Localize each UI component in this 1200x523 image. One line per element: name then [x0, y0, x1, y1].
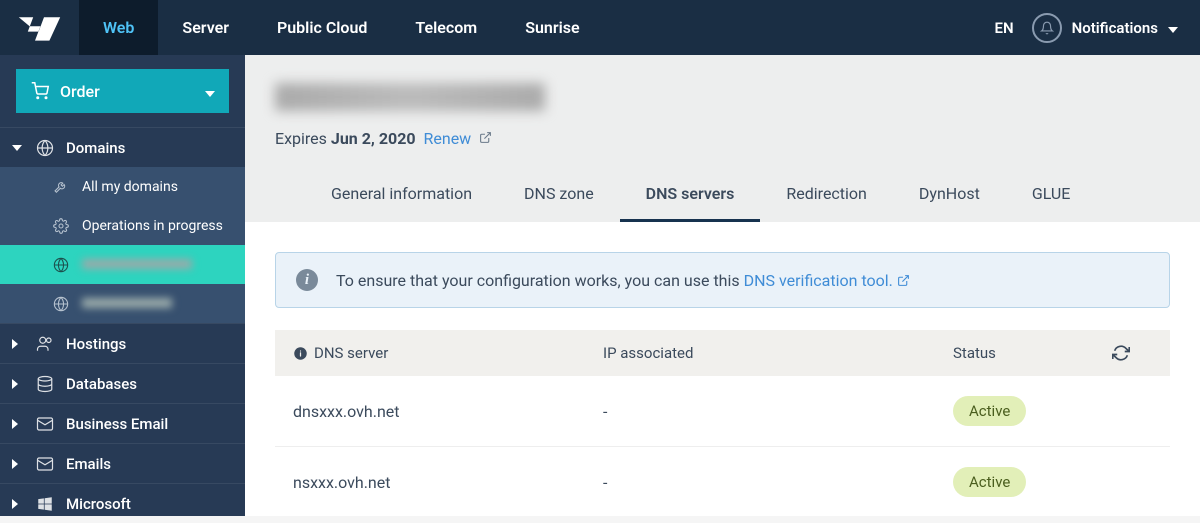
expires-line: Expires Jun 2, 2020 Renew: [275, 129, 1170, 148]
chevron-right-icon: [12, 499, 24, 509]
windows-icon: [34, 495, 56, 513]
chevron-down-icon: [12, 145, 24, 151]
tab-dns-zone[interactable]: DNS zone: [498, 170, 620, 222]
col-ip: IP associated: [603, 344, 953, 362]
sub-label-redacted: [52, 257, 192, 273]
sidebar-item-hostings[interactable]: Hostings: [0, 323, 245, 363]
hostings-icon: [34, 335, 56, 353]
alert-text: To ensure that your configuration works,…: [336, 271, 744, 290]
chevron-down-icon: [205, 82, 215, 101]
cell-server: dnsxxx.ovh.net: [293, 402, 603, 421]
logo[interactable]: [17, 12, 62, 44]
external-link-icon: [479, 131, 492, 144]
globe-icon: [52, 257, 70, 273]
status-badge: Active: [953, 396, 1026, 426]
chevron-down-icon: [1168, 19, 1178, 37]
info-alert: i To ensure that your configuration work…: [275, 252, 1170, 308]
external-link-icon: [897, 274, 910, 287]
wrench-icon: [52, 179, 70, 195]
sidebar-label: Microsoft: [66, 495, 131, 513]
sub-label: All my domains: [52, 179, 178, 195]
database-icon: [34, 375, 56, 393]
tab-dns-servers[interactable]: DNS servers: [620, 170, 761, 222]
col-dns-server: DNS server: [314, 344, 388, 362]
bell-icon: [1032, 13, 1062, 43]
table-row: nsxxx.ovh.net - Active: [275, 447, 1170, 516]
sidebar-item-microsoft[interactable]: Microsoft: [0, 483, 245, 523]
sidebar-label: Emails: [66, 455, 111, 473]
sub-domain-2[interactable]: [0, 284, 245, 323]
cell-ip: -: [603, 473, 953, 492]
table-header: DNS server IP associated Status: [275, 330, 1170, 376]
sub-domain-1[interactable]: [0, 245, 245, 284]
sub-label: Operations in progress: [52, 218, 223, 234]
mail-icon: [34, 455, 56, 473]
header-right: EN Notifications: [995, 13, 1200, 43]
sidebar-label: Hostings: [66, 335, 126, 353]
expires-date: Jun 2, 2020: [331, 129, 416, 148]
cell-ip: -: [603, 402, 953, 421]
order-button[interactable]: Order: [16, 69, 229, 113]
refresh-button[interactable]: [1112, 344, 1152, 362]
dns-verification-link[interactable]: DNS verification tool.: [744, 271, 910, 290]
chevron-right-icon: [12, 379, 24, 389]
info-icon: i: [296, 269, 318, 291]
notifications-label: Notifications: [1072, 19, 1158, 37]
nav-tab-sunrise[interactable]: Sunrise: [501, 0, 603, 55]
sidebar-item-emails[interactable]: Emails: [0, 443, 245, 483]
sub-label-redacted: [52, 296, 172, 312]
globe-icon: [52, 296, 70, 312]
expires-prefix: Expires: [275, 129, 331, 148]
status-badge: Active: [953, 467, 1026, 497]
cart-icon: [30, 82, 50, 100]
sub-operations[interactable]: Operations in progress: [0, 206, 245, 245]
sidebar-label: Business Email: [66, 415, 168, 433]
sidebar-label: Domains: [66, 139, 125, 157]
sidebar-item-databases[interactable]: Databases: [0, 363, 245, 403]
language-selector[interactable]: EN: [995, 19, 1014, 37]
tab-redirection[interactable]: Redirection: [760, 170, 892, 222]
cell-server: nsxxx.ovh.net: [293, 473, 603, 492]
tab-glue[interactable]: GLUE: [1006, 170, 1097, 222]
globe-icon: [34, 139, 56, 157]
sidebar-item-domains[interactable]: Domains: [0, 127, 245, 167]
content-area: Expires Jun 2, 2020 Renew General inform…: [245, 55, 1200, 516]
col-status: Status: [953, 344, 1112, 362]
info-icon: [293, 346, 308, 361]
sub-all-domains[interactable]: All my domains: [0, 167, 245, 206]
gear-icon: [52, 218, 70, 234]
tab-dynhost[interactable]: DynHost: [893, 170, 1006, 222]
nav-tab-server[interactable]: Server: [158, 0, 253, 55]
page-title-redacted: [275, 83, 545, 111]
nav-tab-public-cloud[interactable]: Public Cloud: [253, 0, 391, 55]
nav-tab-web[interactable]: Web: [79, 0, 158, 55]
chevron-right-icon: [12, 339, 24, 349]
renew-link[interactable]: Renew: [424, 129, 493, 148]
page-tabs: General information DNS zone DNS servers…: [275, 170, 1170, 222]
chevron-right-icon: [12, 419, 24, 429]
header-nav: Web Server Public Cloud Telecom Sunrise: [79, 0, 604, 55]
order-label: Order: [60, 82, 100, 101]
nav-tab-telecom[interactable]: Telecom: [391, 0, 501, 55]
table-row: dnsxxx.ovh.net - Active: [275, 376, 1170, 447]
notifications-menu[interactable]: Notifications: [1032, 13, 1178, 43]
sidebar: Order Domains All my domains Operations …: [0, 55, 245, 516]
chevron-right-icon: [12, 459, 24, 469]
app-header: Web Server Public Cloud Telecom Sunrise …: [0, 0, 1200, 55]
sidebar-label: Databases: [66, 375, 137, 393]
tab-general[interactable]: General information: [305, 170, 498, 222]
sidebar-item-business-email[interactable]: Business Email: [0, 403, 245, 443]
mail-icon: [34, 415, 56, 433]
